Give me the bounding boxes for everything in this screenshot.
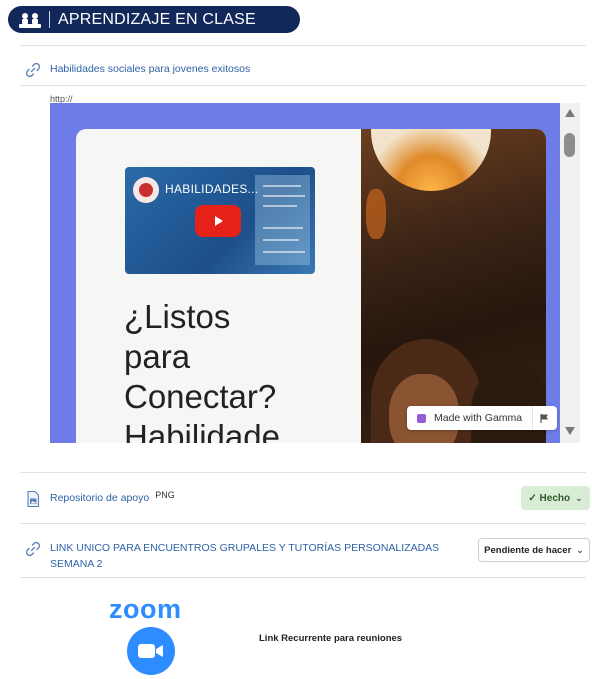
- divider: [20, 85, 586, 86]
- link-icon: [24, 540, 42, 558]
- scroll-up-arrow-icon[interactable]: [565, 109, 575, 117]
- file-type: PNG: [155, 490, 175, 500]
- made-with-gamma-badge[interactable]: Made with Gamma: [407, 406, 557, 430]
- section-header: APRENDIZAJE EN CLASE: [8, 6, 300, 33]
- link-title[interactable]: LINK UNICO PARA ENCUENTROS GRUPALES Y TU…: [50, 540, 439, 572]
- embedded-presentation[interactable]: HABILIDADES... ¿Listos para Conectar? Ha…: [50, 103, 580, 443]
- video-thumbnail[interactable]: HABILIDADES...: [125, 167, 315, 274]
- divider: [20, 577, 586, 578]
- badge-label: Made with Gamma: [434, 412, 523, 424]
- classroom-icon: [15, 9, 45, 31]
- scroll-down-arrow-icon[interactable]: [565, 427, 575, 435]
- play-icon: [215, 216, 223, 226]
- chevron-down-icon: ⌄: [576, 544, 584, 555]
- status-done-dropdown[interactable]: ✓ Hecho ⌄: [521, 486, 590, 510]
- zoom-camera-icon[interactable]: [127, 627, 175, 675]
- link-encuentros[interactable]: LINK UNICO PARA ENCUENTROS GRUPALES Y TU…: [24, 540, 439, 572]
- channel-logo: [133, 177, 159, 203]
- section-title: APRENDIZAJE EN CLASE: [58, 10, 256, 28]
- presentation-card: HABILIDADES... ¿Listos para Conectar? Ha…: [76, 129, 546, 443]
- presentation-heading: ¿Listos para Conectar? Habilidade: [124, 298, 280, 443]
- check-icon: ✓: [528, 492, 537, 504]
- file-name[interactable]: Repositorio de apoyo: [50, 490, 149, 506]
- zoom-logo-wordmark[interactable]: zoom: [109, 594, 182, 625]
- flag-icon[interactable]: [533, 413, 557, 424]
- status-pending-dropdown[interactable]: Pendiente de hacer ⌄: [478, 538, 590, 562]
- video-title: HABILIDADES...: [165, 182, 259, 196]
- divider: [20, 472, 586, 473]
- link-title[interactable]: Habilidades sociales para jovenes exitos…: [50, 61, 250, 77]
- card-photo: [361, 129, 546, 443]
- scroll-thumb[interactable]: [564, 133, 575, 157]
- link-icon: [24, 61, 42, 79]
- youtube-play-button[interactable]: [195, 205, 241, 237]
- chevron-down-icon: ⌄: [575, 492, 583, 503]
- zoom-caption: Link Recurrente para reuniones: [259, 633, 403, 644]
- lamp-illustration: [371, 129, 491, 191]
- file-image-icon: [24, 490, 42, 508]
- header-divider: [49, 11, 50, 28]
- card-left-panel: HABILIDADES... ¿Listos para Conectar? Ha…: [76, 129, 361, 443]
- gamma-logo-icon: [417, 413, 426, 423]
- divider: [20, 523, 586, 524]
- scrollbar[interactable]: [560, 103, 580, 443]
- link-habilidades[interactable]: Habilidades sociales para jovenes exitos…: [24, 61, 250, 79]
- file-repositorio[interactable]: Repositorio de apoyo PNG: [24, 490, 175, 508]
- divider: [20, 45, 586, 46]
